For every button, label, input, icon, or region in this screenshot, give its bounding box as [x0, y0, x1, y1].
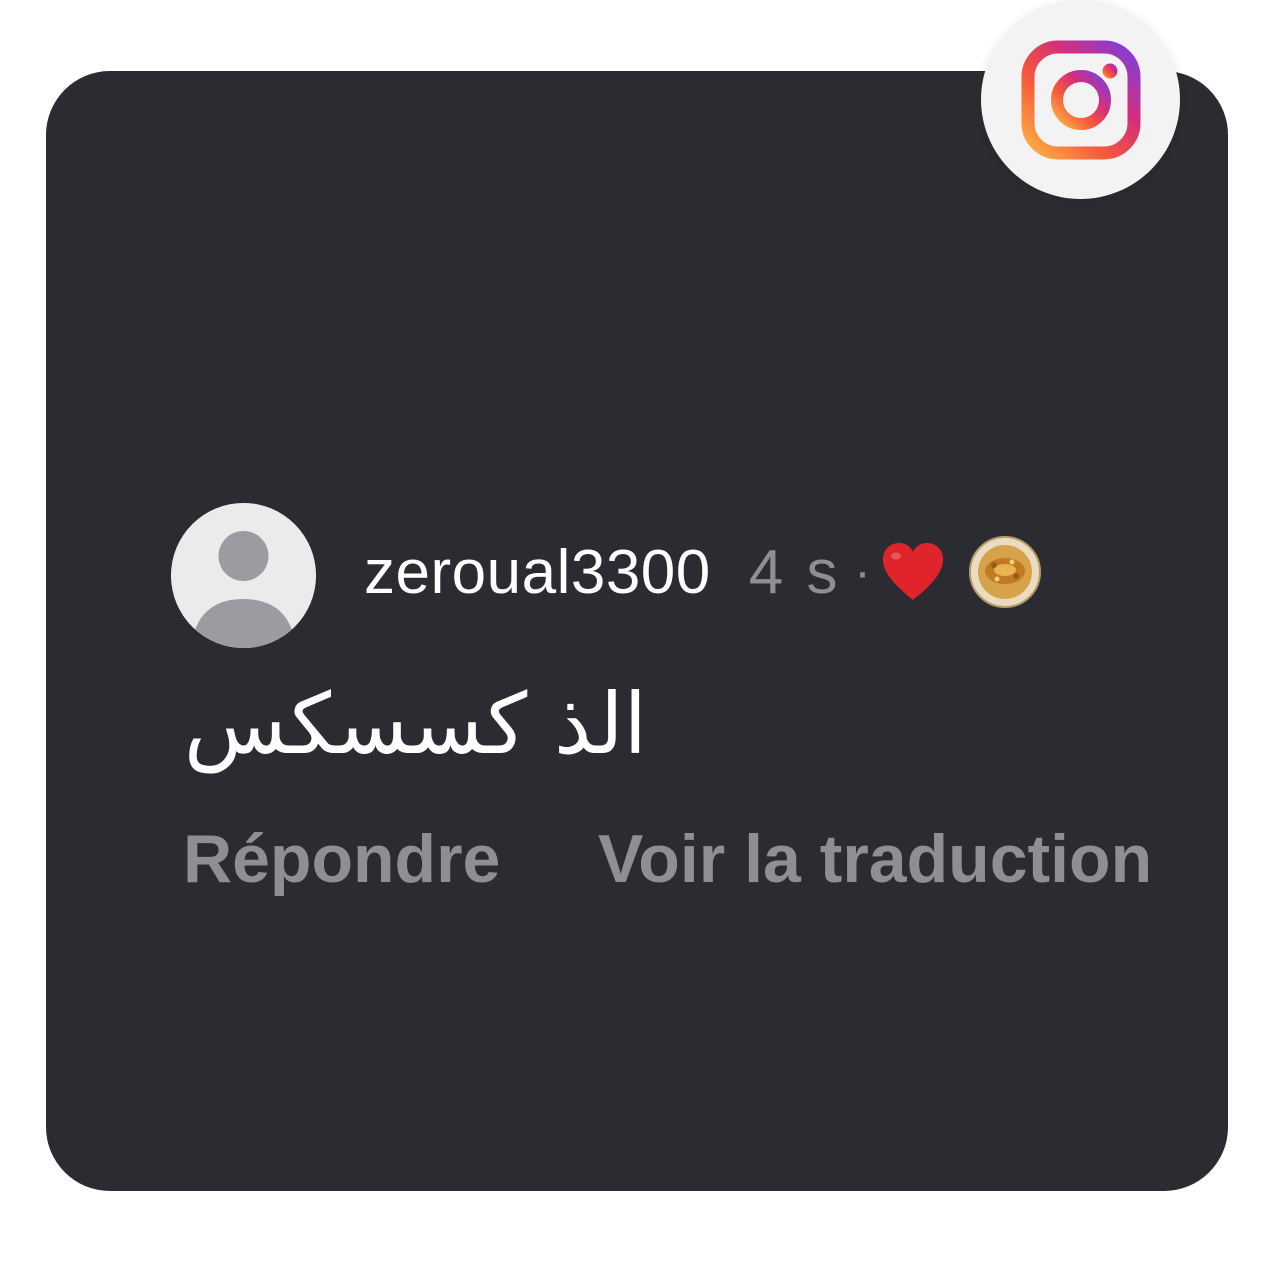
reply-button[interactable]: Répondre: [183, 819, 500, 899]
comment-header: zeroual3300 4 s ·: [364, 532, 1042, 612]
instagram-logo-icon: [1021, 40, 1140, 159]
see-translation-button[interactable]: Voir la traduction: [598, 819, 1152, 899]
timestamp: 4 s: [748, 537, 841, 607]
avatar[interactable]: [171, 503, 316, 648]
heart-icon: [883, 543, 944, 600]
separator-dot: ·: [854, 545, 871, 599]
comment-text: الذ كسسكس: [183, 675, 647, 773]
instagram-badge: [981, 0, 1180, 199]
username[interactable]: zeroual3300: [364, 537, 711, 608]
default-user-avatar-icon: [171, 503, 316, 648]
couscous-icon: [969, 536, 1042, 608]
comment-card: zeroual3300 4 s · الذ كسسكس Répondre Voi…: [46, 71, 1228, 1191]
